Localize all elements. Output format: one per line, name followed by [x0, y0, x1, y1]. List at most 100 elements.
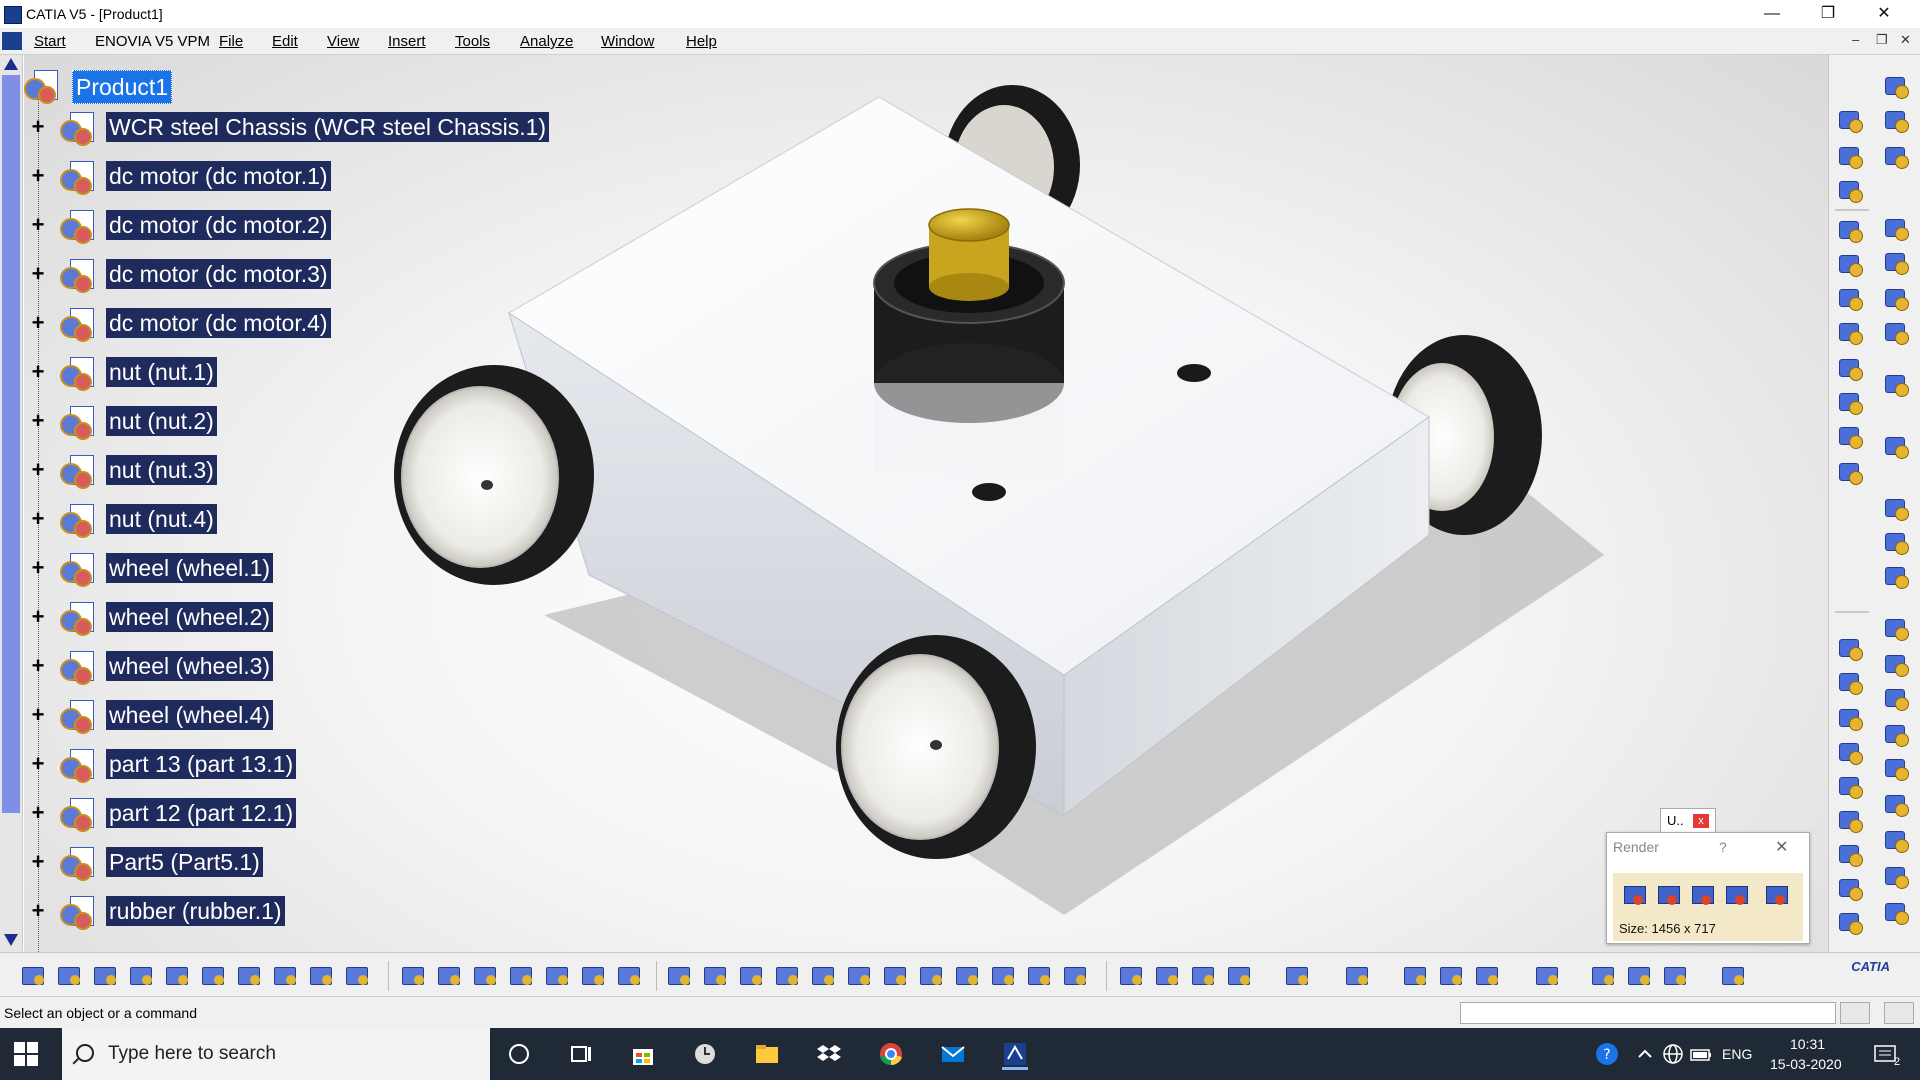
open-file-icon[interactable] — [56, 963, 82, 989]
new-file-icon[interactable] — [20, 963, 46, 989]
move-tool-icon[interactable] — [1837, 319, 1863, 345]
tree-node-label[interactable]: nut (nut.2) — [106, 406, 217, 436]
measure-icon[interactable] — [580, 963, 606, 989]
annotation-tool-icon[interactable] — [1837, 423, 1863, 449]
store-icon[interactable] — [630, 1041, 656, 1067]
cortana-icon[interactable] — [506, 1041, 532, 1067]
fit-all-icon[interactable] — [702, 963, 728, 989]
specification-icon[interactable] — [616, 963, 642, 989]
tree-node-label[interactable]: Part5 (Part5.1) — [106, 847, 263, 877]
expand-plus-icon[interactable]: + — [30, 361, 46, 383]
constraint-icon[interactable] — [1118, 963, 1144, 989]
chrome-icon[interactable] — [878, 1041, 904, 1067]
product-structure-icon[interactable] — [1837, 107, 1863, 133]
doc-close-button[interactable]: ✕ — [1900, 32, 1911, 48]
whats-this-icon[interactable] — [344, 963, 370, 989]
tree-node-label[interactable]: wheel (wheel.2) — [106, 602, 274, 632]
chevron-up-icon[interactable] — [1632, 1041, 1658, 1067]
part-tool-icon[interactable] — [1883, 827, 1909, 853]
annotation-tool-icon[interactable] — [1837, 459, 1863, 485]
product-structure-icon[interactable] — [1837, 177, 1863, 203]
move-tool-icon[interactable] — [1837, 285, 1863, 311]
move-tool-icon[interactable] — [1837, 251, 1863, 277]
catalog-tool-icon[interactable] — [1837, 705, 1863, 731]
battery-icon[interactable] — [1688, 1041, 1714, 1067]
shading-icon[interactable] — [990, 963, 1016, 989]
expand-plus-icon[interactable]: + — [30, 116, 46, 138]
multi-view-icon[interactable] — [918, 963, 944, 989]
clash-icon[interactable] — [1402, 963, 1428, 989]
assembly-tool-icon[interactable] — [1883, 107, 1909, 133]
tree-root-label[interactable]: Product1 — [72, 70, 173, 104]
move-tool-icon[interactable] — [1837, 217, 1863, 243]
rotate-icon[interactable] — [774, 963, 800, 989]
update-icon[interactable] — [1154, 963, 1180, 989]
clock-app-icon[interactable] — [692, 1041, 718, 1067]
doc-restore-button[interactable]: ❐ — [1876, 32, 1888, 48]
annotation-tool-icon[interactable] — [1837, 389, 1863, 415]
material-icon[interactable] — [1534, 963, 1560, 989]
catalog-tool-icon[interactable] — [1837, 841, 1863, 867]
normal-view-icon[interactable] — [882, 963, 908, 989]
menu-view[interactable]: View — [327, 33, 359, 50]
menu-file[interactable]: File — [219, 33, 243, 50]
tree-node-label[interactable]: wheel (wheel.1) — [106, 553, 274, 583]
tree-node-label[interactable]: nut (nut.4) — [106, 504, 217, 534]
u-tab-close-icon[interactable]: x — [1693, 814, 1709, 828]
render-help-button[interactable]: ? — [1719, 839, 1727, 855]
expand-plus-icon[interactable]: + — [30, 410, 46, 432]
constraint-tool-icon[interactable] — [1883, 249, 1909, 275]
menu-enovia[interactable]: ENOVIA V5 VPM — [95, 33, 210, 50]
restore-button[interactable]: ❐ — [1800, 0, 1856, 28]
redo-icon[interactable] — [308, 963, 334, 989]
menu-help[interactable]: Help — [686, 33, 717, 50]
scroll-thumb[interactable] — [2, 75, 20, 813]
network-globe-icon[interactable] — [1660, 1041, 1686, 1067]
dropbox-icon[interactable] — [816, 1041, 842, 1067]
paste-icon[interactable] — [236, 963, 262, 989]
grid-icon[interactable] — [1720, 963, 1746, 989]
product-structure-icon[interactable] — [1837, 143, 1863, 169]
expand-plus-icon[interactable]: + — [30, 459, 46, 481]
tree-node-label[interactable]: WCR steel Chassis (WCR steel Chassis.1) — [106, 112, 550, 142]
expand-plus-icon[interactable]: + — [30, 606, 46, 628]
expand-plus-icon[interactable]: + — [30, 312, 46, 334]
tree-node-label[interactable]: wheel (wheel.3) — [106, 651, 274, 681]
environment-icon[interactable] — [1662, 963, 1688, 989]
close-button[interactable]: ✕ — [1856, 0, 1912, 28]
pan-icon[interactable] — [738, 963, 764, 989]
apply-material-icon[interactable] — [1590, 963, 1616, 989]
formula-icon[interactable] — [400, 963, 426, 989]
undo-icon[interactable] — [272, 963, 298, 989]
part-tool-icon[interactable] — [1883, 899, 1909, 925]
swap-visible-icon[interactable] — [1062, 963, 1088, 989]
expand-plus-icon[interactable]: + — [30, 753, 46, 775]
render-scene-icon[interactable] — [1621, 881, 1649, 909]
task-view-icon[interactable] — [568, 1041, 594, 1067]
expand-plus-icon[interactable]: + — [30, 704, 46, 726]
light-icon[interactable] — [1626, 963, 1652, 989]
part-tool-icon[interactable] — [1883, 755, 1909, 781]
catalog-icon[interactable] — [544, 963, 570, 989]
windows-start-icon[interactable] — [14, 1042, 38, 1066]
copy-icon[interactable] — [200, 963, 226, 989]
expand-plus-icon[interactable]: + — [30, 263, 46, 285]
taskbar-date[interactable]: 15-03-2020 — [1770, 1056, 1842, 1072]
space-analysis-icon[interactable] — [1883, 371, 1909, 397]
constraint-tool-icon[interactable] — [1883, 319, 1909, 345]
menu-window[interactable]: Window — [601, 33, 654, 50]
expand-plus-icon[interactable]: + — [30, 508, 46, 530]
hide-show-icon[interactable] — [1026, 963, 1052, 989]
power-input-field[interactable] — [1460, 1002, 1836, 1024]
tree-node-label[interactable]: part 12 (part 12.1) — [106, 798, 297, 828]
space-analysis-icon[interactable] — [1883, 563, 1909, 589]
language-indicator[interactable]: ENG — [1722, 1046, 1752, 1062]
part-tool-icon[interactable] — [1883, 791, 1909, 817]
render-save-icon[interactable] — [1763, 881, 1791, 909]
tree-node-label[interactable]: rubber (rubber.1) — [106, 896, 285, 926]
section-icon[interactable] — [1438, 963, 1464, 989]
compass-icon[interactable] — [1344, 963, 1370, 989]
catalog-tool-icon[interactable] — [1837, 773, 1863, 799]
catalog-tool-icon[interactable] — [1837, 739, 1863, 765]
expand-plus-icon[interactable]: + — [30, 214, 46, 236]
